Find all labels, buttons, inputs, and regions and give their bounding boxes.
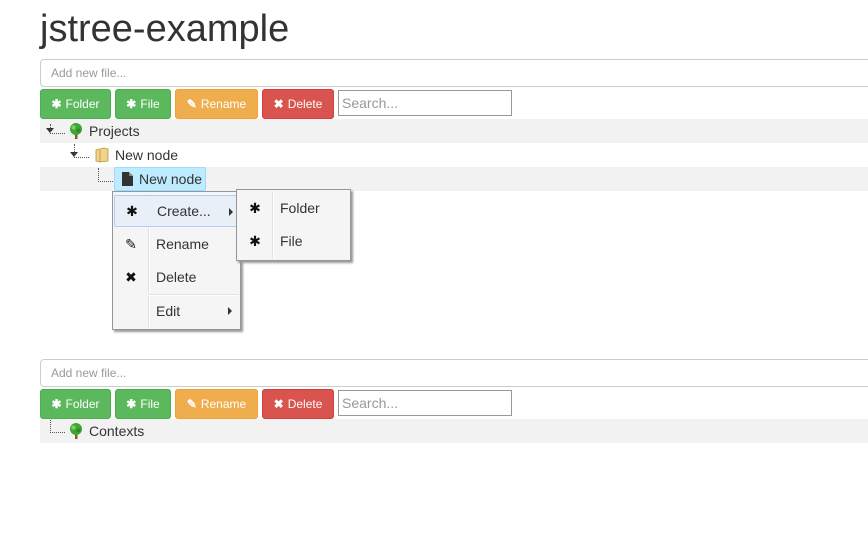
submenu-item-file[interactable]: ✱ File (238, 225, 349, 257)
pencil-icon: ✎ (186, 97, 197, 111)
search-input[interactable] (338, 390, 512, 416)
context-menu: ✱ Create... ✎ Rename ✖ Delete Edit (112, 191, 241, 330)
folder-icon (92, 145, 112, 165)
menu-item-rename[interactable]: ✎ Rename (114, 228, 239, 260)
context-submenu: ✱ Folder ✱ File (236, 189, 351, 261)
tree-connector (50, 124, 65, 134)
asterisk-icon: ✱ (51, 397, 62, 411)
x-icon: ✖ (273, 397, 284, 411)
tree-node-label: Projects (89, 123, 140, 139)
tree-node-contexts[interactable]: Contexts (66, 419, 144, 443)
page-title: jstree-example (40, 8, 290, 50)
tree-connector (50, 420, 65, 433)
tree-row (40, 419, 868, 443)
add-folder-button[interactable]: ✱ Folder (40, 389, 111, 419)
add-file-input[interactable] (40, 359, 868, 387)
rename-button[interactable]: ✎ Rename (175, 89, 258, 119)
add-file-input[interactable] (40, 59, 868, 87)
menu-item-delete[interactable]: ✖ Delete (114, 261, 239, 293)
tree-row (40, 119, 868, 143)
file-icon (118, 169, 136, 189)
pencil-icon: ✎ (125, 235, 137, 252)
submenu-item-folder[interactable]: ✱ Folder (238, 192, 349, 224)
pencil-icon: ✎ (186, 397, 197, 411)
tree-connector (98, 168, 113, 182)
tree-node-label: New node (139, 171, 203, 187)
tree-node-new-node-file[interactable]: New node (114, 167, 207, 191)
submenu-arrow-icon (228, 307, 232, 315)
add-file-button[interactable]: ✱ File (115, 389, 171, 419)
rename-button[interactable]: ✎ Rename (175, 389, 258, 419)
tree-connector (74, 144, 89, 158)
delete-button[interactable]: ✖ Delete (262, 89, 334, 119)
add-folder-button[interactable]: ✱ Folder (40, 89, 111, 119)
add-file-button[interactable]: ✱ File (115, 89, 171, 119)
asterisk-icon: ✱ (126, 202, 138, 219)
tree-node-projects[interactable]: Projects (66, 119, 140, 143)
asterisk-icon: ✱ (126, 97, 137, 111)
selected-node-highlight: New node (114, 167, 207, 191)
asterisk-icon: ✱ (249, 199, 261, 216)
delete-button[interactable]: ✖ Delete (262, 389, 334, 419)
x-icon: ✖ (273, 97, 284, 111)
menu-item-edit[interactable]: Edit (114, 295, 239, 327)
tree-node-label: New node (115, 147, 179, 163)
tree-node-new-node-folder[interactable]: New node (92, 143, 178, 167)
search-input[interactable] (338, 90, 512, 116)
asterisk-icon: ✱ (249, 232, 261, 249)
asterisk-icon: ✱ (126, 397, 137, 411)
x-icon: ✖ (125, 268, 137, 285)
tree-icon (66, 121, 86, 141)
asterisk-icon: ✱ (51, 97, 62, 111)
tree-node-label: Contexts (89, 423, 145, 439)
tree-icon (66, 421, 86, 441)
menu-item-create[interactable]: ✱ Create... (114, 195, 239, 227)
submenu-arrow-icon (229, 208, 233, 216)
